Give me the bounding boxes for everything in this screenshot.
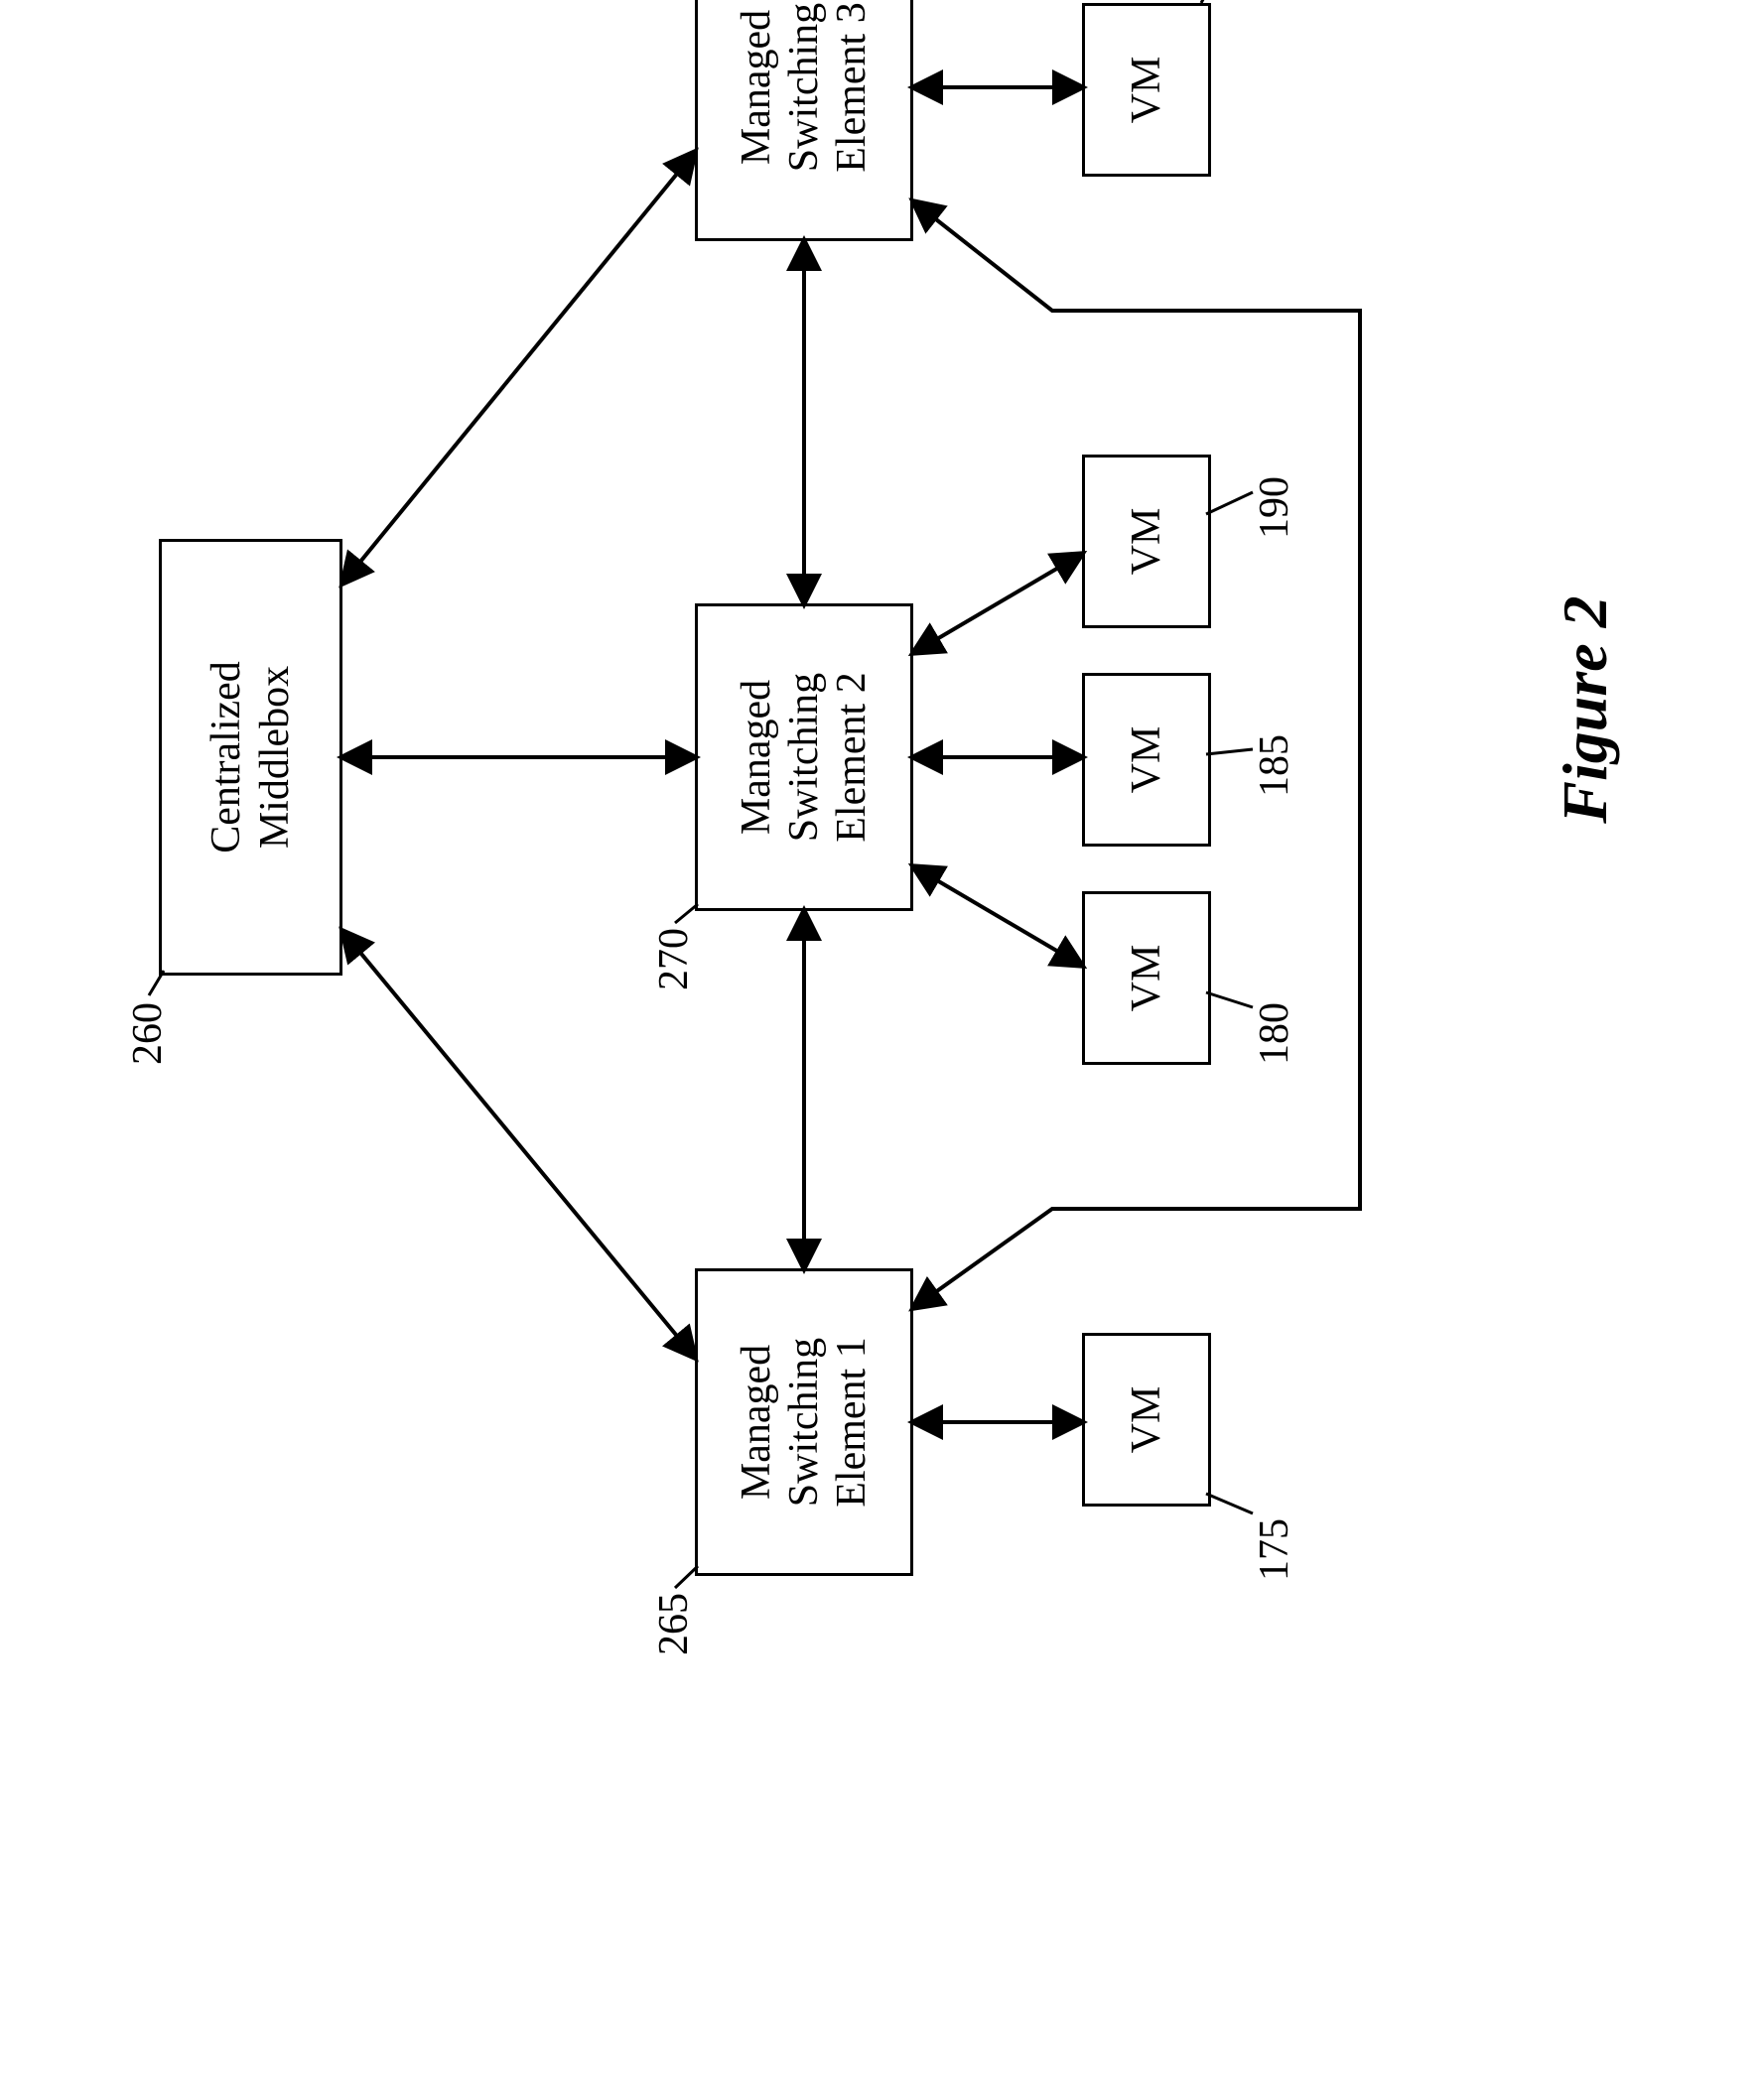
mse-3-label: Managed Switching Element 3 xyxy=(733,2,877,172)
mse-1-label: Managed Switching Element 1 xyxy=(733,1337,877,1507)
vm-180-label: VM xyxy=(1123,945,1170,1012)
ref-270: 270 xyxy=(650,928,698,990)
ref-180: 180 xyxy=(1251,1002,1298,1065)
mse-1-box: Managed Switching Element 1 xyxy=(695,1268,913,1576)
vm-175-label: VM xyxy=(1123,1386,1170,1454)
vm-185-box: VM xyxy=(1082,673,1211,847)
mse-2-box: Managed Switching Element 2 xyxy=(695,603,913,911)
ref-175: 175 xyxy=(1251,1518,1298,1581)
vm-195-box: VM xyxy=(1082,3,1211,177)
mse-3-box: Managed Switching Element 3 xyxy=(695,0,913,241)
ref-190: 190 xyxy=(1251,476,1298,539)
vm-195-label: VM xyxy=(1123,57,1170,124)
vm-175-box: VM xyxy=(1082,1333,1211,1507)
vm-180-box: VM xyxy=(1082,891,1211,1065)
ref-265: 265 xyxy=(650,1593,698,1655)
centralized-middlebox-box: Centralized Middlebox xyxy=(159,539,342,976)
figure-caption: Figure 2 xyxy=(1549,0,1622,1760)
centralized-middlebox-label: Centralized Middlebox xyxy=(203,661,299,853)
mse-2-label: Managed Switching Element 2 xyxy=(733,672,877,842)
ref-260: 260 xyxy=(124,1002,172,1065)
vm-185-label: VM xyxy=(1123,726,1170,794)
ref-185: 185 xyxy=(1251,734,1298,797)
vm-190-label: VM xyxy=(1123,508,1170,576)
diagram-root: Centralized Middlebox 260 Managed Switch… xyxy=(0,0,1760,1760)
vm-190-box: VM xyxy=(1082,455,1211,628)
